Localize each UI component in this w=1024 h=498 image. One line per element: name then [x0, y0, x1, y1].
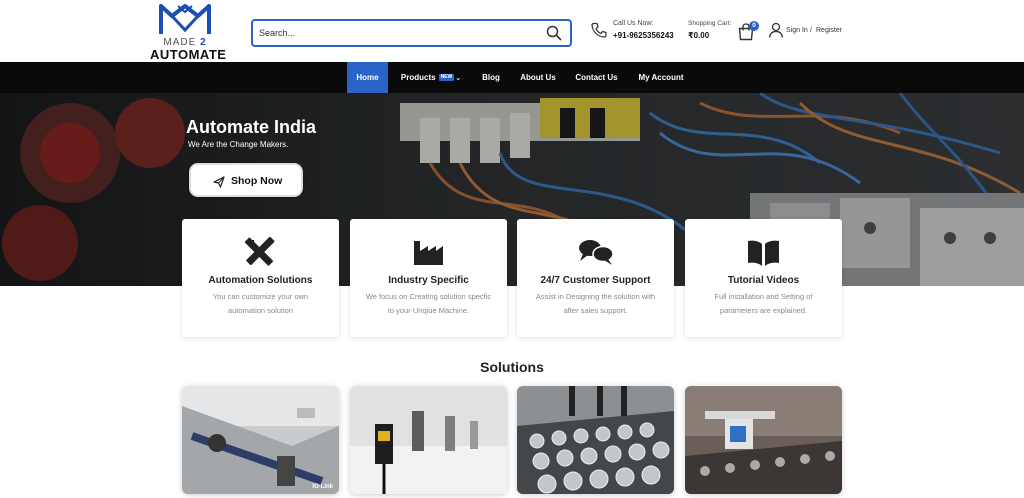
nav-products-label: Products — [400, 73, 436, 82]
solution-image-inspection-line — [517, 386, 674, 494]
logo-automate-text: AUTOMATE — [150, 47, 227, 62]
phone-icon — [591, 22, 607, 38]
user-icon[interactable] — [768, 22, 784, 38]
send-icon — [213, 176, 225, 188]
nav-blog[interactable]: Blog — [478, 62, 504, 93]
shop-now-label: Shop Now — [231, 175, 283, 187]
solutions-heading: Solutions — [480, 359, 544, 375]
brand-logo[interactable]: MADE 2 AUTOMATE — [150, 2, 227, 62]
solution-image-assembly-line — [685, 386, 842, 494]
main-nav: Home Products NEW ⌄ Blog About Us Contact … — [0, 62, 1024, 93]
io-link-label: IO-Link — [312, 484, 333, 490]
feature-title: Industry Specific — [388, 275, 469, 286]
account-separator: / — [810, 27, 812, 34]
search-box — [251, 19, 572, 47]
feature-card-automation-solutions: Automation Solutions You can customize y… — [182, 219, 339, 337]
cart-label: Shopping Cart: — [688, 20, 732, 27]
chat-bubbles-icon — [579, 240, 614, 265]
register-link[interactable]: Register — [816, 27, 842, 34]
solution-card-sensor[interactable] — [350, 386, 507, 494]
feature-title: Automation Solutions — [208, 275, 313, 286]
search-icon[interactable] — [546, 25, 562, 41]
book-open-icon — [748, 240, 779, 266]
solution-card-assembly[interactable] — [685, 386, 842, 494]
hero-banner: Automate India We Are the Change Makers.… — [0, 93, 1024, 286]
feature-description: We focus on Creating solution specfic to… — [365, 292, 492, 315]
nav-home[interactable]: Home — [347, 62, 388, 93]
nav-my-account[interactable]: My Account — [636, 62, 686, 93]
search-input[interactable] — [253, 21, 533, 45]
solution-card-inspection[interactable] — [517, 386, 674, 494]
feature-description: Assist in Designing the solution with af… — [535, 292, 656, 315]
feature-card-industry-specific: Industry Specific We focus on Creating s… — [350, 219, 507, 337]
hero-subtitle: We Are the Change Makers. — [188, 140, 289, 149]
call-label: Call Us Now: — [613, 20, 654, 27]
sign-in-link[interactable]: Sign In — [786, 27, 808, 34]
hero-background-image — [0, 93, 1024, 286]
factory-icon — [414, 241, 443, 265]
feature-title: 24/7 Customer Support — [540, 275, 651, 286]
nav-about-us[interactable]: About Us — [518, 62, 558, 93]
feature-card-customer-support: 24/7 Customer Support Assist in Designin… — [517, 219, 674, 337]
chevron-down-icon: ⌄ — [455, 75, 462, 82]
feature-card-tutorial-videos: Tutorial Videos Full installation and Se… — [685, 219, 842, 337]
cart-count-badge: 0 — [749, 21, 759, 31]
new-badge: NEW — [438, 74, 455, 81]
solution-image-io-link — [182, 386, 339, 494]
solution-image-photoelectric-sensor — [350, 386, 507, 494]
nav-products[interactable]: Products NEW ⌄ — [397, 62, 465, 93]
feature-description: Full installation and Setting of paramet… — [714, 292, 813, 315]
feature-description: You can customize your own automation so… — [212, 292, 309, 315]
pencil-ruler-icon — [244, 237, 275, 266]
nav-contact-us[interactable]: Contact Us — [573, 62, 620, 93]
call-number[interactable]: +91-9625356243 — [613, 31, 674, 40]
solution-card-io-link[interactable]: IO-Link — [182, 386, 339, 494]
shop-now-button[interactable]: Shop Now — [189, 163, 303, 197]
feature-title: Tutorial Videos — [727, 275, 800, 286]
hero-title: Automate India — [186, 117, 317, 137]
cart-amount: ₹0.00 — [688, 31, 710, 40]
logo-mark-icon — [159, 4, 211, 34]
site-header: MADE 2 AUTOMATE Call Us Now: +91-9625356… — [0, 0, 1024, 62]
